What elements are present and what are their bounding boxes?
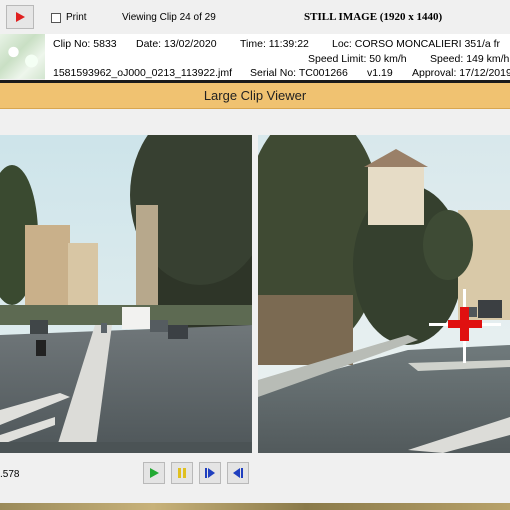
right-camera-image[interactable] <box>258 135 510 453</box>
clip-location: Loc: CORSO MONCALIERI 351/a fr <box>332 38 501 50</box>
transport-bar: .578 <box>0 457 510 510</box>
clip-viewer <box>0 109 510 457</box>
print-checkbox[interactable] <box>51 13 61 23</box>
viewer-title: Large Clip Viewer <box>203 88 307 103</box>
step-forward-icon <box>205 468 215 478</box>
speed-limit: Speed Limit: 50 km/h <box>308 53 407 65</box>
clip-metadata: Clip No: 5833 Date: 13/02/2020 Time: 11:… <box>45 34 510 80</box>
print-label: Print <box>66 12 87 23</box>
left-camera-image[interactable] <box>0 135 252 453</box>
step-back-icon <box>233 468 243 478</box>
pause-icon <box>178 468 186 478</box>
readout-value: .578 <box>0 469 20 480</box>
clip-counter: Viewing Clip 24 of 29 <box>122 12 216 23</box>
image-info: STILL IMAGE (1920 x 1440) <box>304 11 443 23</box>
clip-filename: 1581593962_oJ000_0213_113922.jmf <box>53 67 233 79</box>
step-back-button[interactable] <box>227 462 249 484</box>
clip-number: Clip No: 5833 <box>53 38 117 50</box>
play-icon <box>150 468 159 478</box>
serial-number: Serial No: TC001266 <box>250 67 348 79</box>
timeline-strip[interactable] <box>0 503 510 510</box>
viewer-title-bar: Large Clip Viewer <box>0 83 510 109</box>
clip-thumbnail[interactable] <box>0 34 45 79</box>
clip-date: Date: 13/02/2020 <box>136 38 217 50</box>
approval-date: Approval: 17/12/2019 <box>412 67 510 79</box>
top-toolbar: Print Viewing Clip 24 of 29 STILL IMAGE … <box>0 0 510 34</box>
software-version: v1.19 <box>367 67 393 79</box>
recorded-speed: Speed: 149 km/h <box>430 53 510 65</box>
play-icon <box>16 12 25 22</box>
pause-button[interactable] <box>171 462 193 484</box>
clip-time: Time: 11:39:22 <box>240 38 309 50</box>
step-forward-button[interactable] <box>199 462 221 484</box>
play-clip-button[interactable] <box>143 462 165 484</box>
play-button[interactable] <box>6 5 34 29</box>
